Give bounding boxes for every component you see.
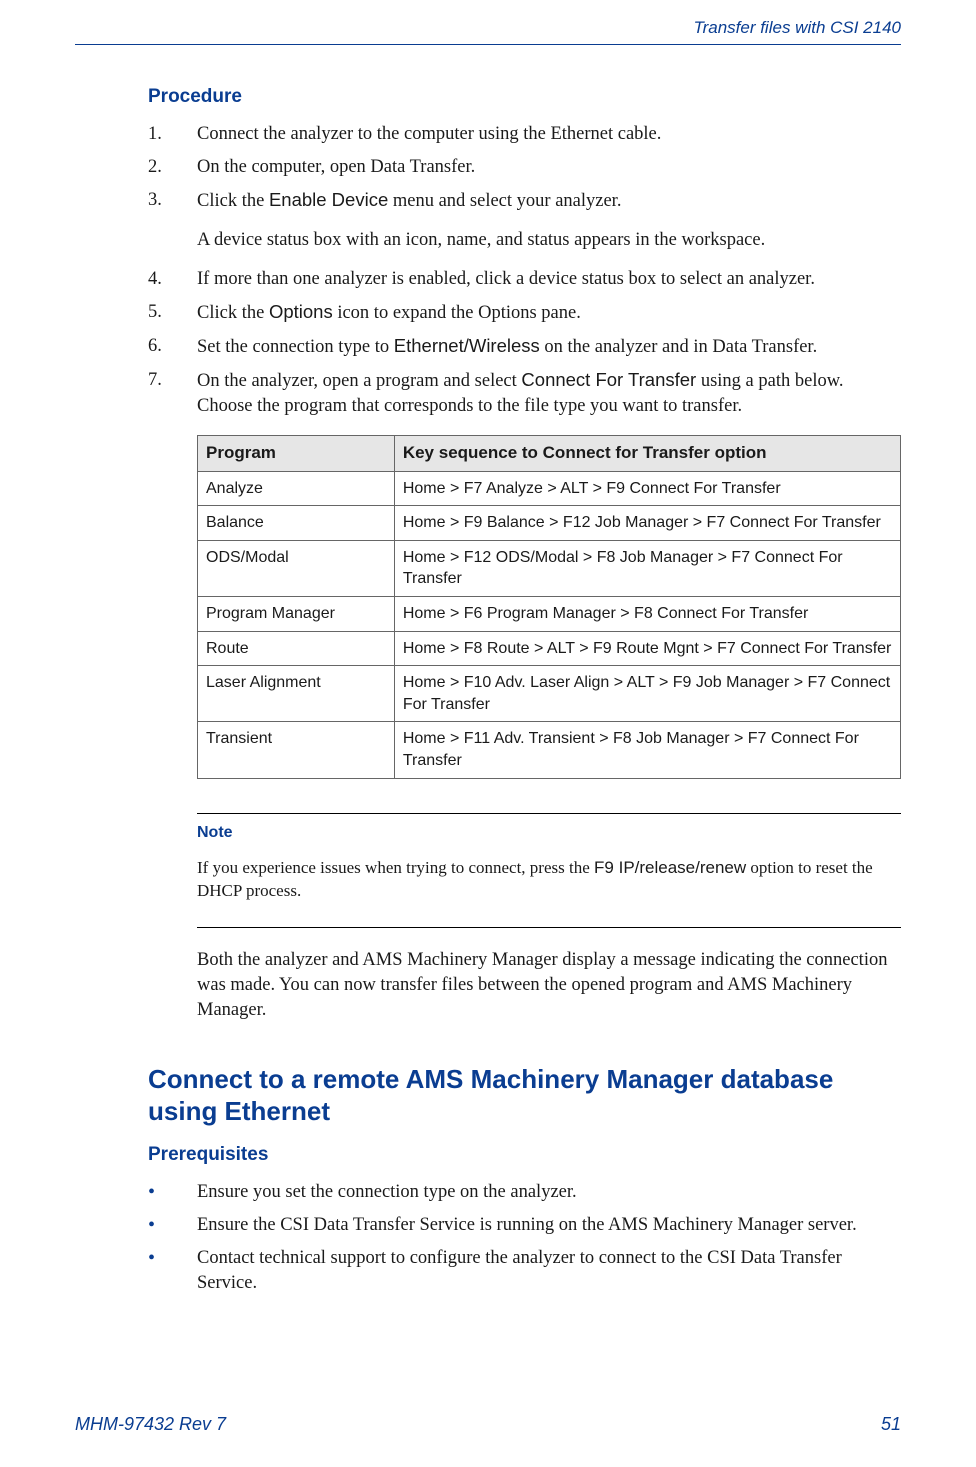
- header-breadcrumb: Transfer files with CSI 2140: [693, 18, 901, 38]
- cell-program: Analyze: [198, 471, 395, 506]
- cell-program: Laser Alignment: [198, 666, 395, 722]
- step-3: 3. Click the Enable Device menu and sele…: [197, 188, 901, 253]
- list-item: Contact technical support to configure t…: [197, 1246, 901, 1296]
- ui-label: Enable Device: [269, 189, 388, 210]
- step-text: Click the: [197, 303, 269, 323]
- note-label: Note: [197, 822, 901, 844]
- cell-sequence: Home > F8 Route > ALT > F9 Route Mgnt > …: [394, 631, 900, 666]
- step-number: 5.: [148, 300, 183, 325]
- note-text: If you experience issues when trying to …: [197, 857, 901, 903]
- footer-page-number: 51: [881, 1414, 901, 1435]
- cell-sequence: Home > F11 Adv. Transient > F8 Job Manag…: [394, 722, 900, 778]
- step-7: 7. On the analyzer, open a program and s…: [197, 368, 901, 1023]
- list-item: Ensure you set the connection type on th…: [197, 1180, 901, 1205]
- cell-sequence: Home > F6 Program Manager > F8 Connect F…: [394, 597, 900, 632]
- step-text: On the analyzer, open a program and sele…: [197, 371, 521, 391]
- step-text: Set the connection type to: [197, 337, 394, 357]
- cell-sequence: Home > F9 Balance > F12 Job Manager > F7…: [394, 506, 900, 541]
- ui-label: F9 IP/release/renew: [594, 858, 746, 877]
- table-row: TransientHome > F11 Adv. Transient > F8 …: [198, 722, 901, 778]
- step-text: menu and select your analyzer.: [388, 191, 621, 211]
- step-number: 6.: [148, 334, 183, 359]
- list-item-text: Ensure you set the connection type on th…: [197, 1182, 577, 1202]
- step-text: On the computer, open Data Transfer.: [197, 157, 475, 177]
- step-number: 3.: [148, 188, 183, 213]
- cell-program: Program Manager: [198, 597, 395, 632]
- step-number: 2.: [148, 155, 183, 180]
- cell-sequence: Home > F7 Analyze > ALT > F9 Connect For…: [394, 471, 900, 506]
- cell-sequence: Home > F10 Adv. Laser Align > ALT > F9 J…: [394, 666, 900, 722]
- prerequisites-list: Ensure you set the connection type on th…: [148, 1180, 901, 1296]
- step-number: 4.: [148, 267, 183, 292]
- header-rule: [75, 44, 901, 45]
- procedure-steps: 1. Connect the analyzer to the computer …: [148, 122, 901, 1023]
- list-item: Ensure the CSI Data Transfer Service is …: [197, 1213, 901, 1238]
- table-row: RouteHome > F8 Route > ALT > F9 Route Mg…: [198, 631, 901, 666]
- note-text-a: If you experience issues when trying to …: [197, 858, 594, 877]
- ui-label: Options: [269, 301, 333, 322]
- key-sequence-table: Program Key sequence to Connect for Tran…: [197, 435, 901, 779]
- note-block: Note If you experience issues when tryin…: [197, 813, 901, 928]
- ui-label: Ethernet/Wireless: [394, 335, 540, 356]
- table-header-program: Program: [198, 435, 395, 471]
- table-row: AnalyzeHome > F7 Analyze > ALT > F9 Conn…: [198, 471, 901, 506]
- table-row: Laser AlignmentHome > F10 Adv. Laser Ali…: [198, 666, 901, 722]
- cell-program: ODS/Modal: [198, 540, 395, 596]
- cell-sequence: Home > F12 ODS/Modal > F8 Job Manager > …: [394, 540, 900, 596]
- step-6: 6. Set the connection type to Ethernet/W…: [197, 334, 901, 360]
- table-row: Program ManagerHome > F6 Program Manager…: [198, 597, 901, 632]
- ui-label: Connect For Transfer: [521, 369, 696, 390]
- list-item-text: Ensure the CSI Data Transfer Service is …: [197, 1215, 857, 1235]
- step-result: A device status box with an icon, name, …: [197, 228, 901, 253]
- table-header-sequence: Key sequence to Connect for Transfer opt…: [394, 435, 900, 471]
- table-row: BalanceHome > F9 Balance > F12 Job Manag…: [198, 506, 901, 541]
- step-5: 5. Click the Options icon to expand the …: [197, 300, 901, 326]
- cell-program: Transient: [198, 722, 395, 778]
- footer-doc-id: MHM-97432 Rev 7: [75, 1414, 226, 1435]
- step-number: 1.: [148, 122, 183, 147]
- step-text: Click the: [197, 191, 269, 211]
- step-number: 7.: [148, 368, 183, 393]
- prerequisites-heading: Prerequisites: [148, 1144, 901, 1166]
- section-heading: Connect to a remote AMS Machinery Manage…: [148, 1063, 901, 1128]
- step-2: 2. On the computer, open Data Transfer.: [197, 155, 901, 180]
- step-text: icon to expand the Options pane.: [333, 303, 581, 323]
- table-row: ODS/ModalHome > F12 ODS/Modal > F8 Job M…: [198, 540, 901, 596]
- step-text: If more than one analyzer is enabled, cl…: [197, 269, 815, 289]
- cell-program: Route: [198, 631, 395, 666]
- procedure-heading: Procedure: [148, 86, 901, 108]
- step-text: on the analyzer and in Data Transfer.: [540, 337, 817, 357]
- step-4: 4. If more than one analyzer is enabled,…: [197, 267, 901, 292]
- step-text: Connect the analyzer to the computer usi…: [197, 124, 661, 144]
- post-note-paragraph: Both the analyzer and AMS Machinery Mana…: [197, 948, 901, 1023]
- list-item-text: Contact technical support to configure t…: [197, 1248, 842, 1293]
- cell-program: Balance: [198, 506, 395, 541]
- step-1: 1. Connect the analyzer to the computer …: [197, 122, 901, 147]
